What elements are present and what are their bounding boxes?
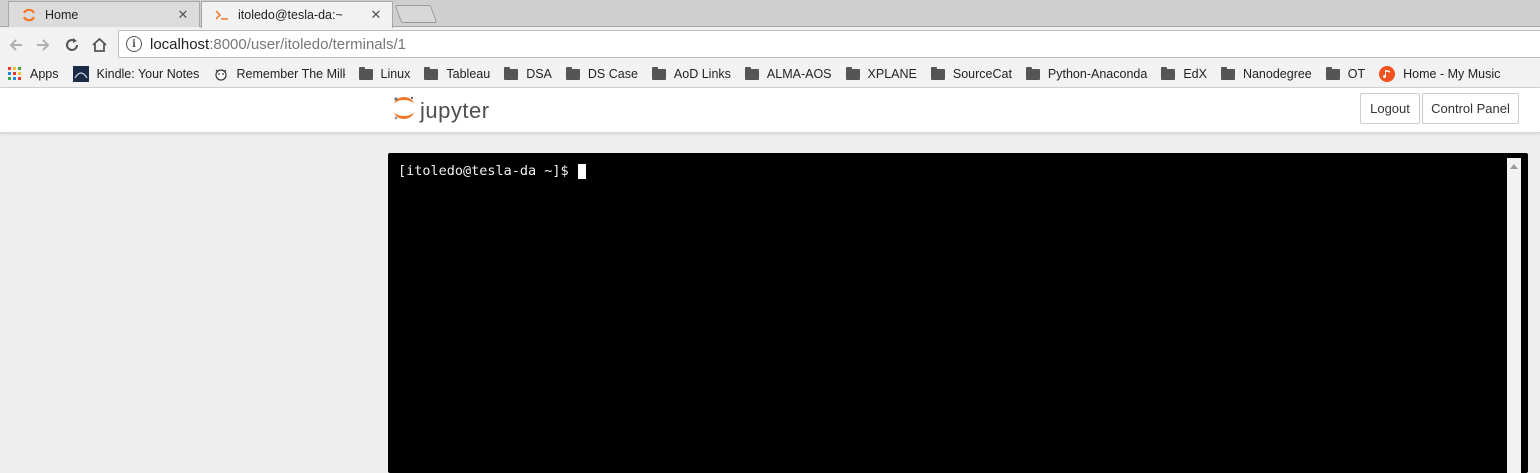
jupyter-header: jupyter Logout Control Panel — [0, 88, 1540, 133]
folder-icon — [651, 66, 666, 80]
bookmark-folder-tableau[interactable]: Tableau — [424, 61, 490, 87]
new-tab-button[interactable] — [394, 5, 438, 23]
tab-home[interactable]: Home ✕ — [8, 1, 200, 27]
folder-icon — [1025, 66, 1040, 80]
bookmark-folder-ds-case[interactable]: DS Case — [565, 61, 638, 87]
jupyter-icon — [21, 7, 37, 23]
close-icon[interactable]: ✕ — [175, 7, 191, 23]
bookmark-label: ALMA-AOS — [766, 67, 832, 81]
folder-icon — [424, 66, 439, 80]
apps-grid-icon — [8, 67, 22, 81]
home-icon — [91, 37, 107, 52]
info-icon[interactable]: i — [126, 36, 142, 52]
bookmark-label: DS Case — [587, 67, 638, 81]
terminal-window[interactable]: [itoledo@tesla-da ~]$ — [388, 153, 1528, 473]
bookmark-folder-sourcecat[interactable]: SourceCat — [930, 61, 1012, 87]
bookmark-label: Tableau — [446, 67, 491, 81]
folder-icon — [1220, 66, 1235, 80]
jupyter-logo-icon — [392, 94, 416, 127]
folder-icon — [504, 66, 519, 80]
folder-icon — [565, 66, 580, 80]
bookmark-label: OT — [1347, 67, 1366, 81]
logout-button[interactable]: Logout — [1360, 93, 1420, 124]
bookmark-folder-aod-links[interactable]: AoD Links — [651, 61, 731, 87]
folder-icon — [744, 66, 759, 80]
terminal-cursor — [577, 163, 586, 179]
scroll-up-arrow-icon[interactable] — [1510, 164, 1518, 169]
bookmark-label: Home - My Music — [1403, 67, 1501, 81]
terminal-scrollbar[interactable] — [1507, 158, 1521, 473]
url-path: :8000/user/itoledo/terminals/1 — [209, 35, 406, 53]
bookmark-remember-the-milk[interactable]: Remember The Milk — [213, 61, 345, 87]
address-bar[interactable]: i localhost:8000/user/itoledo/terminals/… — [118, 30, 1540, 58]
tab-title: Home — [45, 7, 79, 22]
bookmark-label: Linux — [380, 67, 411, 81]
bookmarks-bar: Apps Kindle: Your Notes a Remember The M… — [0, 61, 1540, 88]
forward-button[interactable] — [32, 34, 54, 56]
tab-strip: Home ✕ itoledo@tesla-da:~ ✕ — [0, 0, 1540, 28]
folder-icon — [930, 66, 945, 80]
bookmark-folder-dsa[interactable]: DSA — [504, 61, 552, 87]
bookmark-label: SourceCat — [952, 67, 1012, 81]
close-icon[interactable]: ✕ — [368, 7, 384, 23]
reload-icon — [66, 38, 78, 51]
forward-arrow-icon — [37, 39, 50, 51]
bookmark-label: EdX — [1183, 67, 1207, 81]
bookmark-label: Python-Anaconda — [1047, 67, 1148, 81]
bookmark-folder-ot[interactable]: OT — [1325, 61, 1366, 87]
control-panel-button[interactable]: Control Panel — [1422, 93, 1519, 124]
bookmark-folder-xplane[interactable]: XPLANE — [845, 61, 917, 87]
folder-icon — [1161, 66, 1176, 80]
bookmark-folder-nanodegree[interactable]: Nanodegree — [1220, 61, 1312, 87]
home-button[interactable] — [88, 34, 110, 56]
back-button[interactable] — [5, 34, 27, 56]
bookmark-folder-python-anaconda[interactable]: Python-Anaconda — [1025, 61, 1148, 87]
bookmark-label: AoD Links — [673, 67, 731, 81]
cow-icon — [213, 66, 229, 82]
reload-button[interactable] — [61, 34, 83, 56]
bookmark-folder-edx[interactable]: EdX — [1161, 61, 1207, 87]
kindle-icon — [72, 66, 89, 82]
bookmark-folder-linux[interactable]: Linux — [358, 61, 411, 87]
bookmark-home-my-music[interactable]: Home - My Music — [1379, 61, 1500, 87]
bookmark-label: Kindle: Your Notes a — [96, 67, 199, 81]
bookmark-label: Nanodegree — [1242, 67, 1312, 81]
terminal-prompt-line: [itoledo@tesla-da ~]$ — [398, 163, 586, 179]
music-icon — [1379, 66, 1396, 82]
bookmark-label: XPLANE — [867, 67, 917, 81]
folder-icon — [358, 66, 373, 80]
tab-title: itoledo@tesla-da:~ — [238, 8, 343, 22]
browser-toolbar: i localhost:8000/user/itoledo/terminals/… — [0, 28, 1540, 61]
url-host: localhost — [150, 35, 210, 53]
bookmark-apps[interactable]: Apps — [8, 61, 59, 87]
bookmark-folder-alma-aos[interactable]: ALMA-AOS — [744, 61, 832, 87]
tab-terminal[interactable]: itoledo@tesla-da:~ ✕ — [201, 1, 393, 28]
bookmark-kindle[interactable]: Kindle: Your Notes a — [72, 61, 199, 87]
jupyter-logo-text: jupyter — [420, 97, 490, 123]
bookmark-label: Remember The Milk — [236, 67, 345, 81]
back-arrow-icon — [9, 39, 22, 51]
jupyter-logo[interactable]: jupyter — [392, 94, 490, 127]
terminal-icon — [214, 7, 230, 23]
folder-icon — [1325, 66, 1340, 80]
terminal-prompt: [itoledo@tesla-da ~]$ — [398, 163, 569, 179]
folder-icon — [845, 66, 860, 80]
bookmark-label: Apps — [30, 67, 59, 81]
bookmark-label: DSA — [526, 67, 552, 81]
